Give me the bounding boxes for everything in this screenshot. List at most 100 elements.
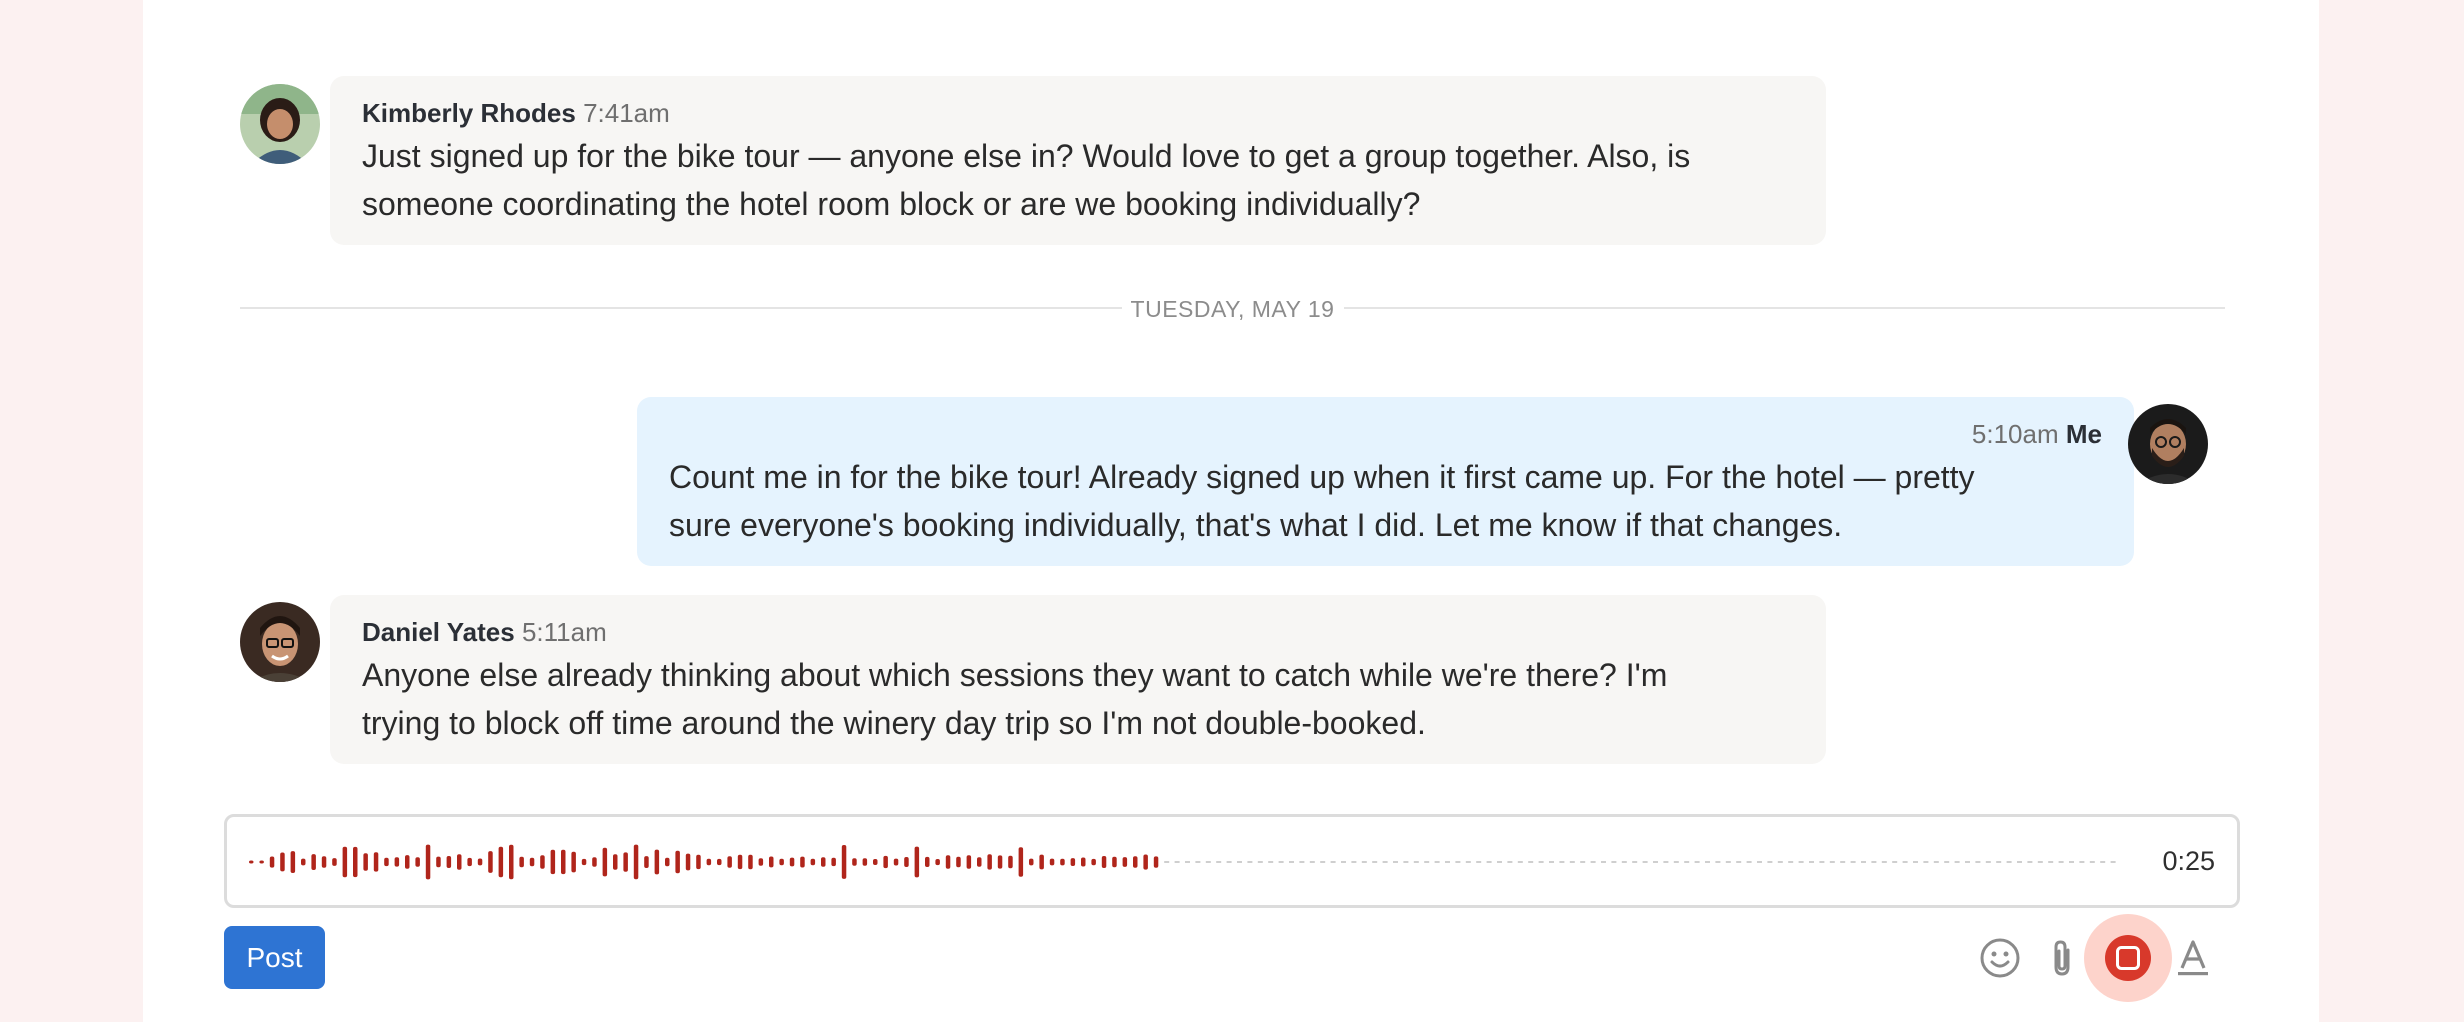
waveform-bar-recorded [1029, 858, 1034, 866]
waveform-bar-pending [1975, 861, 1981, 863]
waveform-bar-recorded [696, 854, 701, 870]
waveform-bar-recorded [821, 857, 826, 867]
waveform-bar-pending [1528, 861, 1534, 863]
attachment-icon [2054, 940, 2070, 976]
waveform-bar-pending [1642, 861, 1648, 863]
message-line: Just signed up for the bike tour — anyon… [362, 138, 1691, 174]
waveform-bar-pending [1569, 861, 1575, 863]
waveform-bar-recorded [717, 858, 722, 866]
waveform-bar-recorded [602, 847, 608, 877]
emoji-button[interactable] [1974, 926, 2026, 990]
waveform-bar-recorded [269, 856, 275, 868]
waveform-bar-pending [2017, 861, 2022, 863]
waveform-bar-pending [1933, 861, 1939, 863]
waveform-bar-recorded [1143, 854, 1148, 870]
waveform-bar-recorded [1018, 847, 1024, 877]
waveform-bar-recorded [311, 854, 316, 870]
text-format-button[interactable] [2170, 926, 2216, 990]
day-divider: TUESDAY, MAY 19 [240, 296, 2225, 322]
avatar-me[interactable] [2128, 404, 2208, 484]
waveform-bar-pending [1902, 861, 1908, 863]
waveform-bar-recorded [259, 860, 264, 864]
waveform-bar-recorded [873, 859, 878, 865]
waveform-bar-recorded [810, 858, 816, 866]
waveform-bar-pending [2037, 861, 2043, 863]
waveform-bar-recorded [769, 856, 774, 868]
waveform-bar-recorded [727, 856, 732, 868]
waveform-bar-pending [1746, 861, 1752, 863]
stop-recording-icon [2105, 935, 2151, 981]
waveform-bar-pending [2110, 861, 2116, 863]
waveform-bar-recorded [1112, 856, 1117, 868]
waveform-bar-recorded [758, 858, 764, 866]
waveform-bar-pending [2027, 861, 2033, 863]
waveform-bar-pending [1715, 861, 1721, 863]
waveform-bar-recorded [665, 857, 670, 867]
waveform-bar-recorded [571, 851, 576, 873]
waveform-bar-recorded [353, 846, 358, 878]
avatar-daniel-yates[interactable] [240, 602, 320, 682]
waveform-bar-recorded [1039, 854, 1044, 870]
waveform-bar-pending [1299, 861, 1305, 863]
author-name[interactable]: Daniel Yates [362, 617, 515, 647]
waveform-bar-pending [1549, 861, 1554, 863]
waveform-bar-pending [1705, 861, 1710, 863]
waveform-bar-pending [1445, 861, 1450, 863]
message-bubble: Daniel Yates 5:11am Anyone else already … [330, 595, 1826, 764]
waveform-bar-recorded [415, 857, 420, 867]
waveform-bar-pending [1621, 861, 1627, 863]
timestamp: 5:11am [521, 617, 607, 647]
waveform-bar-recorded [914, 846, 920, 878]
waveform-bar-recorded [1122, 857, 1128, 867]
waveform-bar-recorded [249, 860, 254, 864]
waveform-bar-recorded [925, 856, 930, 867]
avatar-kimberly-rhodes[interactable] [240, 84, 320, 164]
waveform-bar-pending [1237, 861, 1242, 863]
waveform-bar-pending [1164, 861, 1170, 863]
waveform-bar-recorded [966, 855, 972, 869]
waveform-bar-pending [1465, 861, 1471, 863]
waveform-bar-pending [1663, 861, 1669, 863]
waveform-bar-pending [1185, 861, 1190, 863]
author-name[interactable]: Me [2066, 419, 2102, 449]
waveform-bar-recorded [613, 854, 618, 870]
waveform-bar-pending [1205, 861, 1211, 863]
waveform-bar-pending [1372, 861, 1378, 863]
waveform-bar-pending [1632, 861, 1638, 863]
message-line: someone coordinating the hotel room bloc… [362, 186, 1421, 222]
divider-date-label: TUESDAY, MAY 19 [1130, 296, 1335, 322]
stop-recording-button[interactable] [2084, 914, 2172, 1002]
waveform-bar-pending [2006, 861, 2012, 863]
message-line: sure everyone's booking individually, th… [669, 507, 1843, 543]
waveform-bar-pending [1351, 861, 1357, 863]
waveform-bar-recorded [509, 844, 514, 880]
waveform-bar-pending [1725, 861, 1731, 863]
waveform-bar-recorded [1133, 856, 1138, 868]
waveform-bar-recorded [477, 858, 483, 866]
audio-waveform[interactable] [249, 835, 2129, 889]
waveform-bar-recorded [987, 854, 992, 870]
waveform-bar-pending [1413, 861, 1419, 863]
waveform-bar-recorded [373, 852, 379, 872]
waveform-bar-recorded [904, 857, 909, 867]
waveform-bar-pending [1684, 861, 1690, 863]
message-line: trying to block off time around the wine… [362, 705, 1426, 741]
attach-button[interactable] [2040, 926, 2084, 990]
waveform-bar-recorded [862, 858, 868, 866]
waveform-bar-pending [1809, 861, 1814, 863]
waveform-bar-recorded [529, 857, 535, 867]
waveform-bar-recorded [1060, 858, 1065, 866]
waveform-bar-recorded [675, 850, 680, 874]
waveform-bar-recorded [519, 856, 524, 868]
message-text: Anyone else already thinking about which… [362, 651, 1667, 747]
post-button[interactable]: Post [224, 926, 325, 989]
waveform-bar-recorded [956, 856, 961, 868]
author-name[interactable]: Kimberly Rhodes [362, 98, 576, 128]
waveform-bar-pending [1361, 861, 1367, 863]
waveform-bar-recorded [290, 851, 296, 873]
waveform-bar-pending [2048, 861, 2054, 863]
waveform-bar-pending [2058, 861, 2064, 863]
waveform-bar-recorded [332, 858, 337, 866]
waveform-bar-recorded [540, 855, 545, 869]
waveform-bar-recorded [706, 858, 712, 866]
